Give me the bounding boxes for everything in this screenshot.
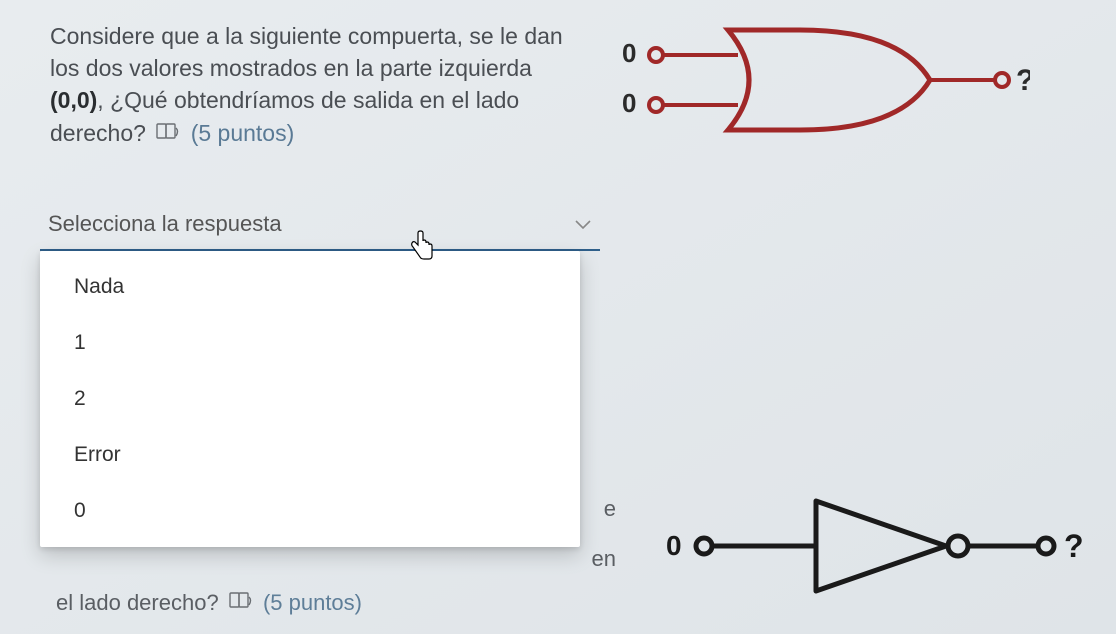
question-block-1: Considere que a la siguiente compuerta, … xyxy=(0,0,1116,161)
dropdown-placeholder: Selecciona la respuesta xyxy=(48,211,282,237)
svg-text:0: 0 xyxy=(622,38,636,68)
question2-tail: el lado derecho? xyxy=(56,590,219,615)
svg-text:0: 0 xyxy=(666,530,682,561)
svg-text:0: 0 xyxy=(622,88,636,118)
dropdown-list: Nada 1 2 Error 0 xyxy=(40,251,580,547)
question1-inputs-bold: (0,0) xyxy=(50,87,97,113)
dropdown-option[interactable]: 0 xyxy=(40,483,580,539)
dropdown-option[interactable]: 1 xyxy=(40,315,580,371)
svg-text:?: ? xyxy=(1016,64,1030,97)
dropdown-trigger[interactable]: Selecciona la respuesta xyxy=(40,201,600,251)
dropdown-option[interactable]: Nada xyxy=(40,259,580,315)
svg-text:?: ? xyxy=(1064,528,1084,564)
dropdown-option[interactable]: Error xyxy=(40,427,580,483)
immersive-reader-icon[interactable] xyxy=(156,118,180,150)
answer-dropdown[interactable]: Selecciona la respuesta Nada 1 2 Error 0 xyxy=(40,201,600,251)
not-gate-diagram: 0 ? xyxy=(646,491,1086,626)
or-gate-diagram: 0 0 ? xyxy=(600,20,1030,150)
question1-part1: Considere que a la siguiente compuerta, … xyxy=(50,23,563,81)
question1-points: (5 puntos) xyxy=(191,120,295,146)
immersive-reader-icon[interactable] xyxy=(229,582,253,626)
question2-points: (5 puntos) xyxy=(263,590,362,615)
question-text-1: Considere que a la siguiente compuerta, … xyxy=(50,20,570,151)
dropdown-option[interactable]: 2 xyxy=(40,371,580,427)
chevron-down-icon xyxy=(574,211,592,237)
